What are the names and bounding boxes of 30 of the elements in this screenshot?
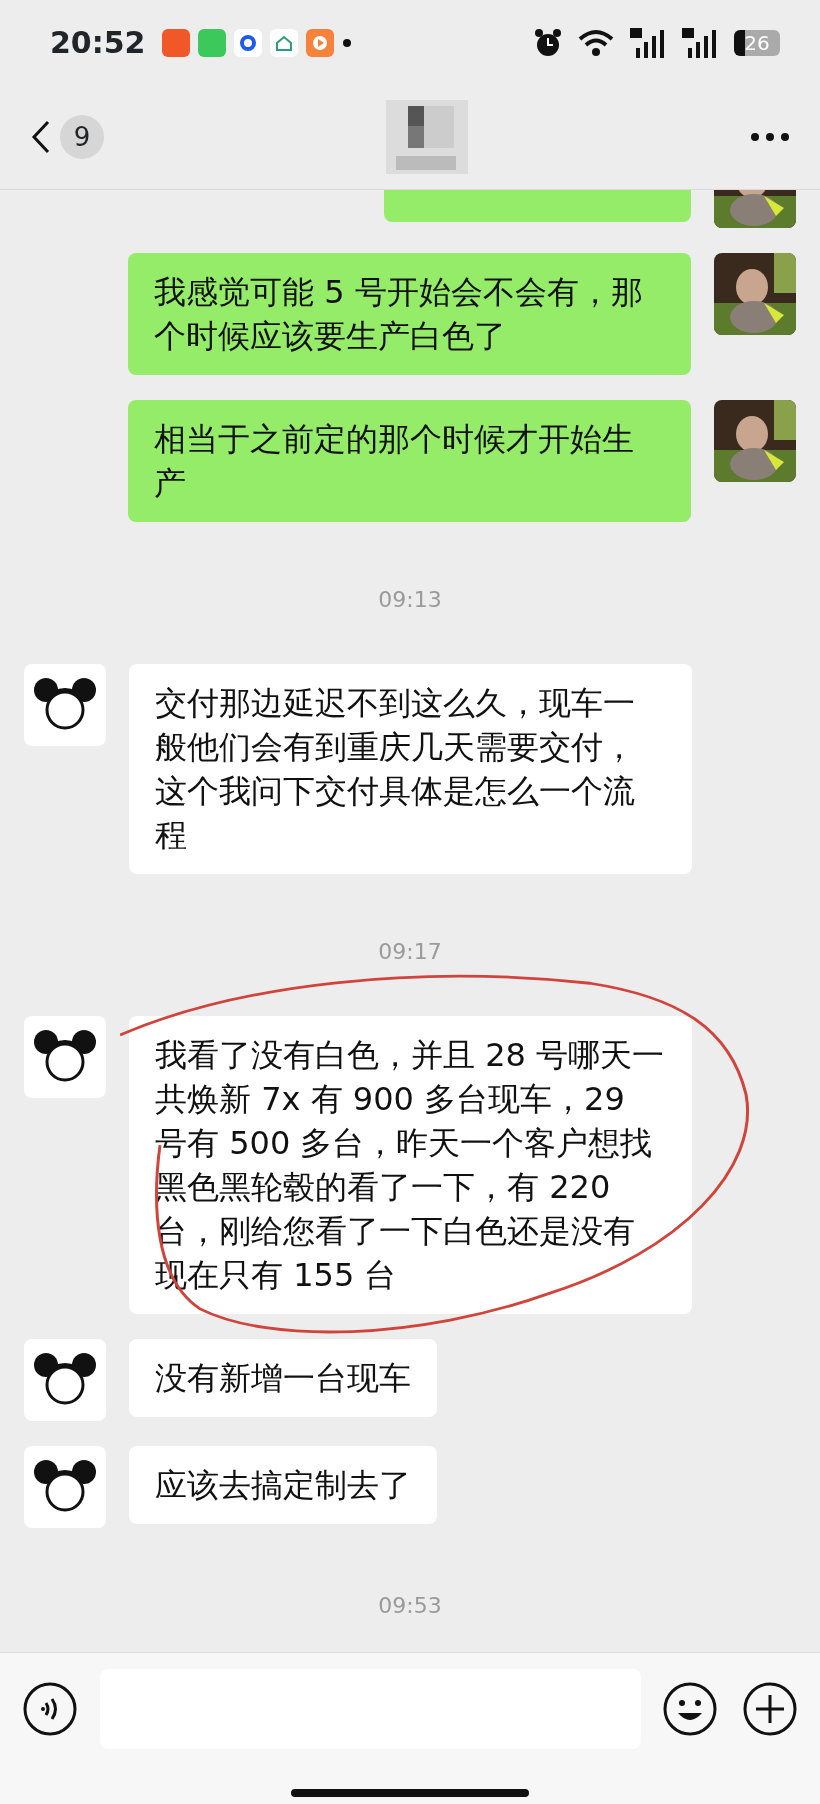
- avatar-icon: [24, 1339, 106, 1421]
- timestamp: 09:17: [378, 939, 442, 964]
- more-icon[interactable]: [750, 132, 790, 142]
- status-time: 20:52: [50, 24, 146, 62]
- app-icon: [233, 28, 262, 57]
- timestamp: 09:13: [378, 587, 442, 612]
- avatar-icon: [24, 664, 106, 746]
- wifi-icon: [578, 28, 614, 57]
- message-bubble: 交付那边延迟不到这么久，现车一般他们会有到重庆几天需要交付，这个我问下交付具体是怎么一个流程: [129, 664, 692, 874]
- emoji-icon[interactable]: [662, 1681, 718, 1737]
- play-icon: [305, 28, 334, 57]
- message-bubble: 应该去搞定制去了: [129, 1446, 437, 1524]
- message-bubble: 相当于之前定的那个时候才开始生产: [128, 400, 691, 522]
- alarm-icon: [534, 27, 562, 58]
- unread-count: 9: [60, 115, 104, 159]
- message-bubble: 我感觉可能 5 号开始会不会有，那个时候应该要生产白色了: [128, 253, 691, 375]
- avatar-icon: [24, 1016, 106, 1098]
- voice-icon[interactable]: [22, 1681, 78, 1737]
- timestamp: 09:53: [378, 1593, 442, 1618]
- message-bubble: 没有新增一台现车: [129, 1339, 437, 1417]
- app-icon: [161, 28, 190, 57]
- signal-icon: [630, 27, 666, 58]
- add-icon[interactable]: [742, 1681, 798, 1737]
- app-icon: [197, 28, 226, 57]
- signal-icon: [682, 27, 718, 58]
- dot-icon: [341, 37, 352, 48]
- avatar-icon: [24, 1446, 106, 1528]
- battery-level: 26: [734, 29, 780, 56]
- back-icon[interactable]: [30, 120, 52, 154]
- home-icon: [269, 28, 298, 57]
